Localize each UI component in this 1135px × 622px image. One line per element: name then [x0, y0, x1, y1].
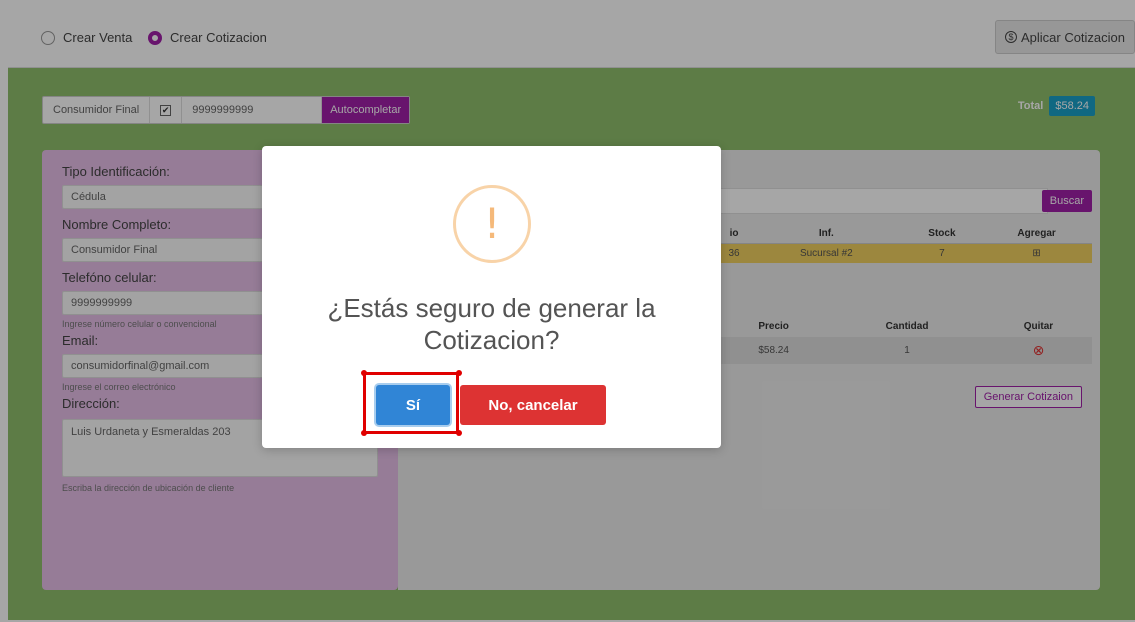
confirm-dialog: ! ¿Estás seguro de generar la Cotizacion… [262, 146, 721, 448]
highlight-corner [361, 370, 367, 376]
highlight-corner [456, 430, 462, 436]
highlight-box [363, 372, 459, 434]
warning-icon: ! [453, 185, 531, 263]
highlight-corner [361, 430, 367, 436]
cancel-button[interactable]: No, cancelar [460, 385, 606, 425]
dialog-title: ¿Estás seguro de generar la Cotizacion? [327, 293, 656, 355]
highlight-corner [456, 370, 462, 376]
